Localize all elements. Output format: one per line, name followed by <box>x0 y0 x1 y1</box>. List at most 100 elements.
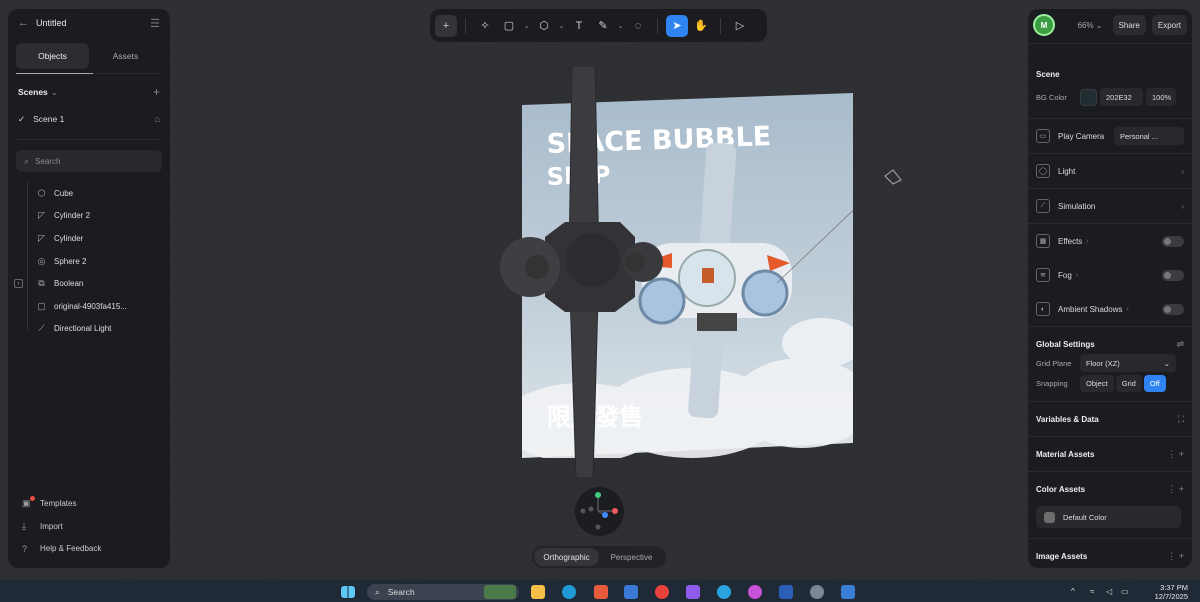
checkmark-icon: ✓ <box>18 113 26 124</box>
volume-icon[interactable]: ◁ <box>1106 587 1112 596</box>
bg-opacity-input[interactable]: 100% <box>1146 88 1176 106</box>
clock[interactable]: 3:37 PM 12/7/2025 <box>1155 583 1188 601</box>
default-color-swatch <box>1044 511 1055 523</box>
file-explorer-icon[interactable] <box>531 585 545 599</box>
mail-icon[interactable] <box>624 585 638 599</box>
help-link[interactable]: ? Help & Feedback <box>8 538 170 561</box>
avatar[interactable]: M <box>1033 14 1055 36</box>
default-color-item[interactable]: Default Color <box>1036 506 1181 528</box>
app-icon[interactable] <box>748 585 762 599</box>
snap-grid-button[interactable]: Grid <box>1115 374 1142 392</box>
chrome-icon[interactable] <box>655 585 669 599</box>
chevron-down-icon[interactable]: ⌄ <box>557 22 566 30</box>
simulation-row[interactable]: ⟋ Simulation › <box>1028 189 1192 223</box>
share-button[interactable]: Share <box>1112 15 1146 35</box>
home-icon[interactable]: ⌂ <box>155 114 160 124</box>
templates-link[interactable]: ▣ Templates <box>8 493 170 516</box>
top-toolbar: + ✧ ▢ ⌄ ⬡ ⌄ T ✎ ⌄ ◌ ➤ ✋ ▷ <box>430 9 767 42</box>
boolean-shape[interactable] <box>495 62 665 482</box>
tree-item-boolean[interactable]: › ⧉ Boolean <box>14 272 170 295</box>
select-tool-icon[interactable]: ➤ <box>666 14 688 37</box>
battery-icon[interactable]: ▭ <box>1121 587 1129 596</box>
telegram-icon[interactable] <box>717 585 731 599</box>
more-plus-icons[interactable]: ⋮ + <box>1167 551 1184 562</box>
hand-tool-icon[interactable]: ✋ <box>690 15 712 37</box>
pen-tool-icon[interactable]: ✎ <box>592 15 614 37</box>
effects-toggle[interactable] <box>1162 235 1184 247</box>
windows-start-icon[interactable] <box>341 586 355 598</box>
expand-icon[interactable]: › <box>14 279 23 289</box>
zoom-level[interactable]: 66% ⌄ <box>1078 21 1103 30</box>
sliders-icon[interactable]: ⇌ <box>1176 339 1184 350</box>
tab-objects[interactable]: Objects <box>16 43 89 69</box>
effects-row[interactable]: ▦ Effects › <box>1028 224 1192 258</box>
settings-icon[interactable] <box>810 585 824 599</box>
help-icon: ? <box>22 543 28 554</box>
variables-title: Variables & Data <box>1036 414 1099 424</box>
scenes-header[interactable]: Scenes ⌄ <box>18 87 58 98</box>
comment-tool-icon[interactable]: ◌ <box>627 15 649 37</box>
cylinder-icon: ◸ <box>38 232 45 243</box>
windows-taskbar: ⌕ Search ^ ≈ ◁ ▭ 3:37 PM 12/7/2025 <box>0 580 1200 602</box>
chevron-right-icon: › <box>1181 201 1184 211</box>
edge-icon[interactable] <box>562 585 576 599</box>
templates-icon: ▣ <box>22 496 35 509</box>
chevron-up-icon[interactable]: ^ <box>1071 587 1075 596</box>
snap-off-button[interactable]: Off <box>1143 374 1166 392</box>
tree-item-cube[interactable]: ⬡ Cube <box>26 182 170 205</box>
bg-color-input[interactable]: 202E32 <box>1100 88 1143 106</box>
export-button[interactable]: Export <box>1151 15 1187 35</box>
wifi-icon[interactable]: ≈ <box>1090 587 1094 596</box>
perspective-button[interactable]: Perspective <box>599 548 664 566</box>
tree-item-sphere-2[interactable]: ◎ Sphere 2 <box>26 250 170 273</box>
add-button[interactable]: + <box>435 14 457 37</box>
orientation-gizmo[interactable] <box>575 487 624 536</box>
expand-icon[interactable]: ⛶ <box>1178 414 1184 425</box>
fog-row[interactable]: ≋ Fog › <box>1028 258 1192 292</box>
search-input[interactable] <box>35 156 154 166</box>
grid-plane-label: Grid Plane <box>1036 358 1072 368</box>
scene-section-title: Scene <box>1036 70 1060 79</box>
app-icon[interactable] <box>686 585 700 599</box>
play-camera-select[interactable]: Personal ... <box>1114 127 1184 145</box>
tree-item-cylinder[interactable]: ◸ Cylinder <box>26 227 170 250</box>
photos-icon[interactable] <box>841 585 855 599</box>
add-scene-icon[interactable]: + <box>153 85 160 99</box>
snapping-segmented: Object Grid Off <box>1080 374 1166 392</box>
tree-item-directional-light[interactable]: ⟋ Directional Light <box>26 318 170 341</box>
bg-color-swatch[interactable] <box>1080 88 1097 106</box>
menu-icon[interactable]: ☰ <box>150 17 160 30</box>
grid-plane-select[interactable]: Floor (XZ) ⌄ <box>1080 354 1176 372</box>
chevron-down-icon[interactable]: ⌄ <box>522 22 531 30</box>
light-row[interactable]: ◯ Light › <box>1028 154 1192 188</box>
tab-assets[interactable]: Assets <box>89 43 162 69</box>
word-icon[interactable] <box>779 585 793 599</box>
chevron-down-icon[interactable]: ⌄ <box>616 22 625 30</box>
fog-toggle[interactable] <box>1162 269 1184 281</box>
tree-item-cylinder-2[interactable]: ◸ Cylinder 2 <box>26 205 170 228</box>
orthographic-button[interactable]: Orthographic <box>534 548 599 566</box>
search-highlight-icon <box>484 585 516 599</box>
object-tool-icon[interactable]: ⬡ <box>533 15 555 37</box>
more-plus-icons[interactable]: ⋮ + <box>1167 449 1184 460</box>
import-link[interactable]: ⤓ Import <box>8 515 170 538</box>
play-icon[interactable]: ▷ <box>729 15 751 37</box>
snap-object-button[interactable]: Object <box>1080 374 1114 392</box>
viewport-canvas[interactable]: SPACE BUBBLE SHIP 限定發售 <box>0 0 1200 580</box>
left-panel: ← Untitled ☰ Objects Assets Scenes ⌄ + ✓ S… <box>8 9 170 568</box>
shape-tool-icon[interactable]: ▢ <box>498 15 520 37</box>
scene-item[interactable]: ✓ Scene 1 ⌂ <box>8 107 170 131</box>
back-arrow-icon[interactable]: ← <box>18 17 32 29</box>
chevron-right-icon: › <box>1181 166 1184 176</box>
file-title[interactable]: Untitled <box>36 18 150 28</box>
ai-sparkle-icon[interactable]: ✧ <box>474 15 496 37</box>
text-tool-icon[interactable]: T <box>568 15 590 37</box>
ambient-shadows-toggle[interactable] <box>1162 303 1184 315</box>
more-plus-icons[interactable]: ⋮ + <box>1167 484 1184 495</box>
tree-item-image-plane[interactable]: ▢ original-4903fa415... <box>26 295 170 318</box>
shadow-icon: ◐ <box>1036 302 1050 316</box>
directional-light-gizmo[interactable] <box>883 168 903 186</box>
ambient-shadows-row[interactable]: ◐ Ambient Shadows › <box>1028 292 1192 326</box>
object-search[interactable]: ⌕ <box>16 150 162 172</box>
store-icon[interactable] <box>594 585 608 599</box>
